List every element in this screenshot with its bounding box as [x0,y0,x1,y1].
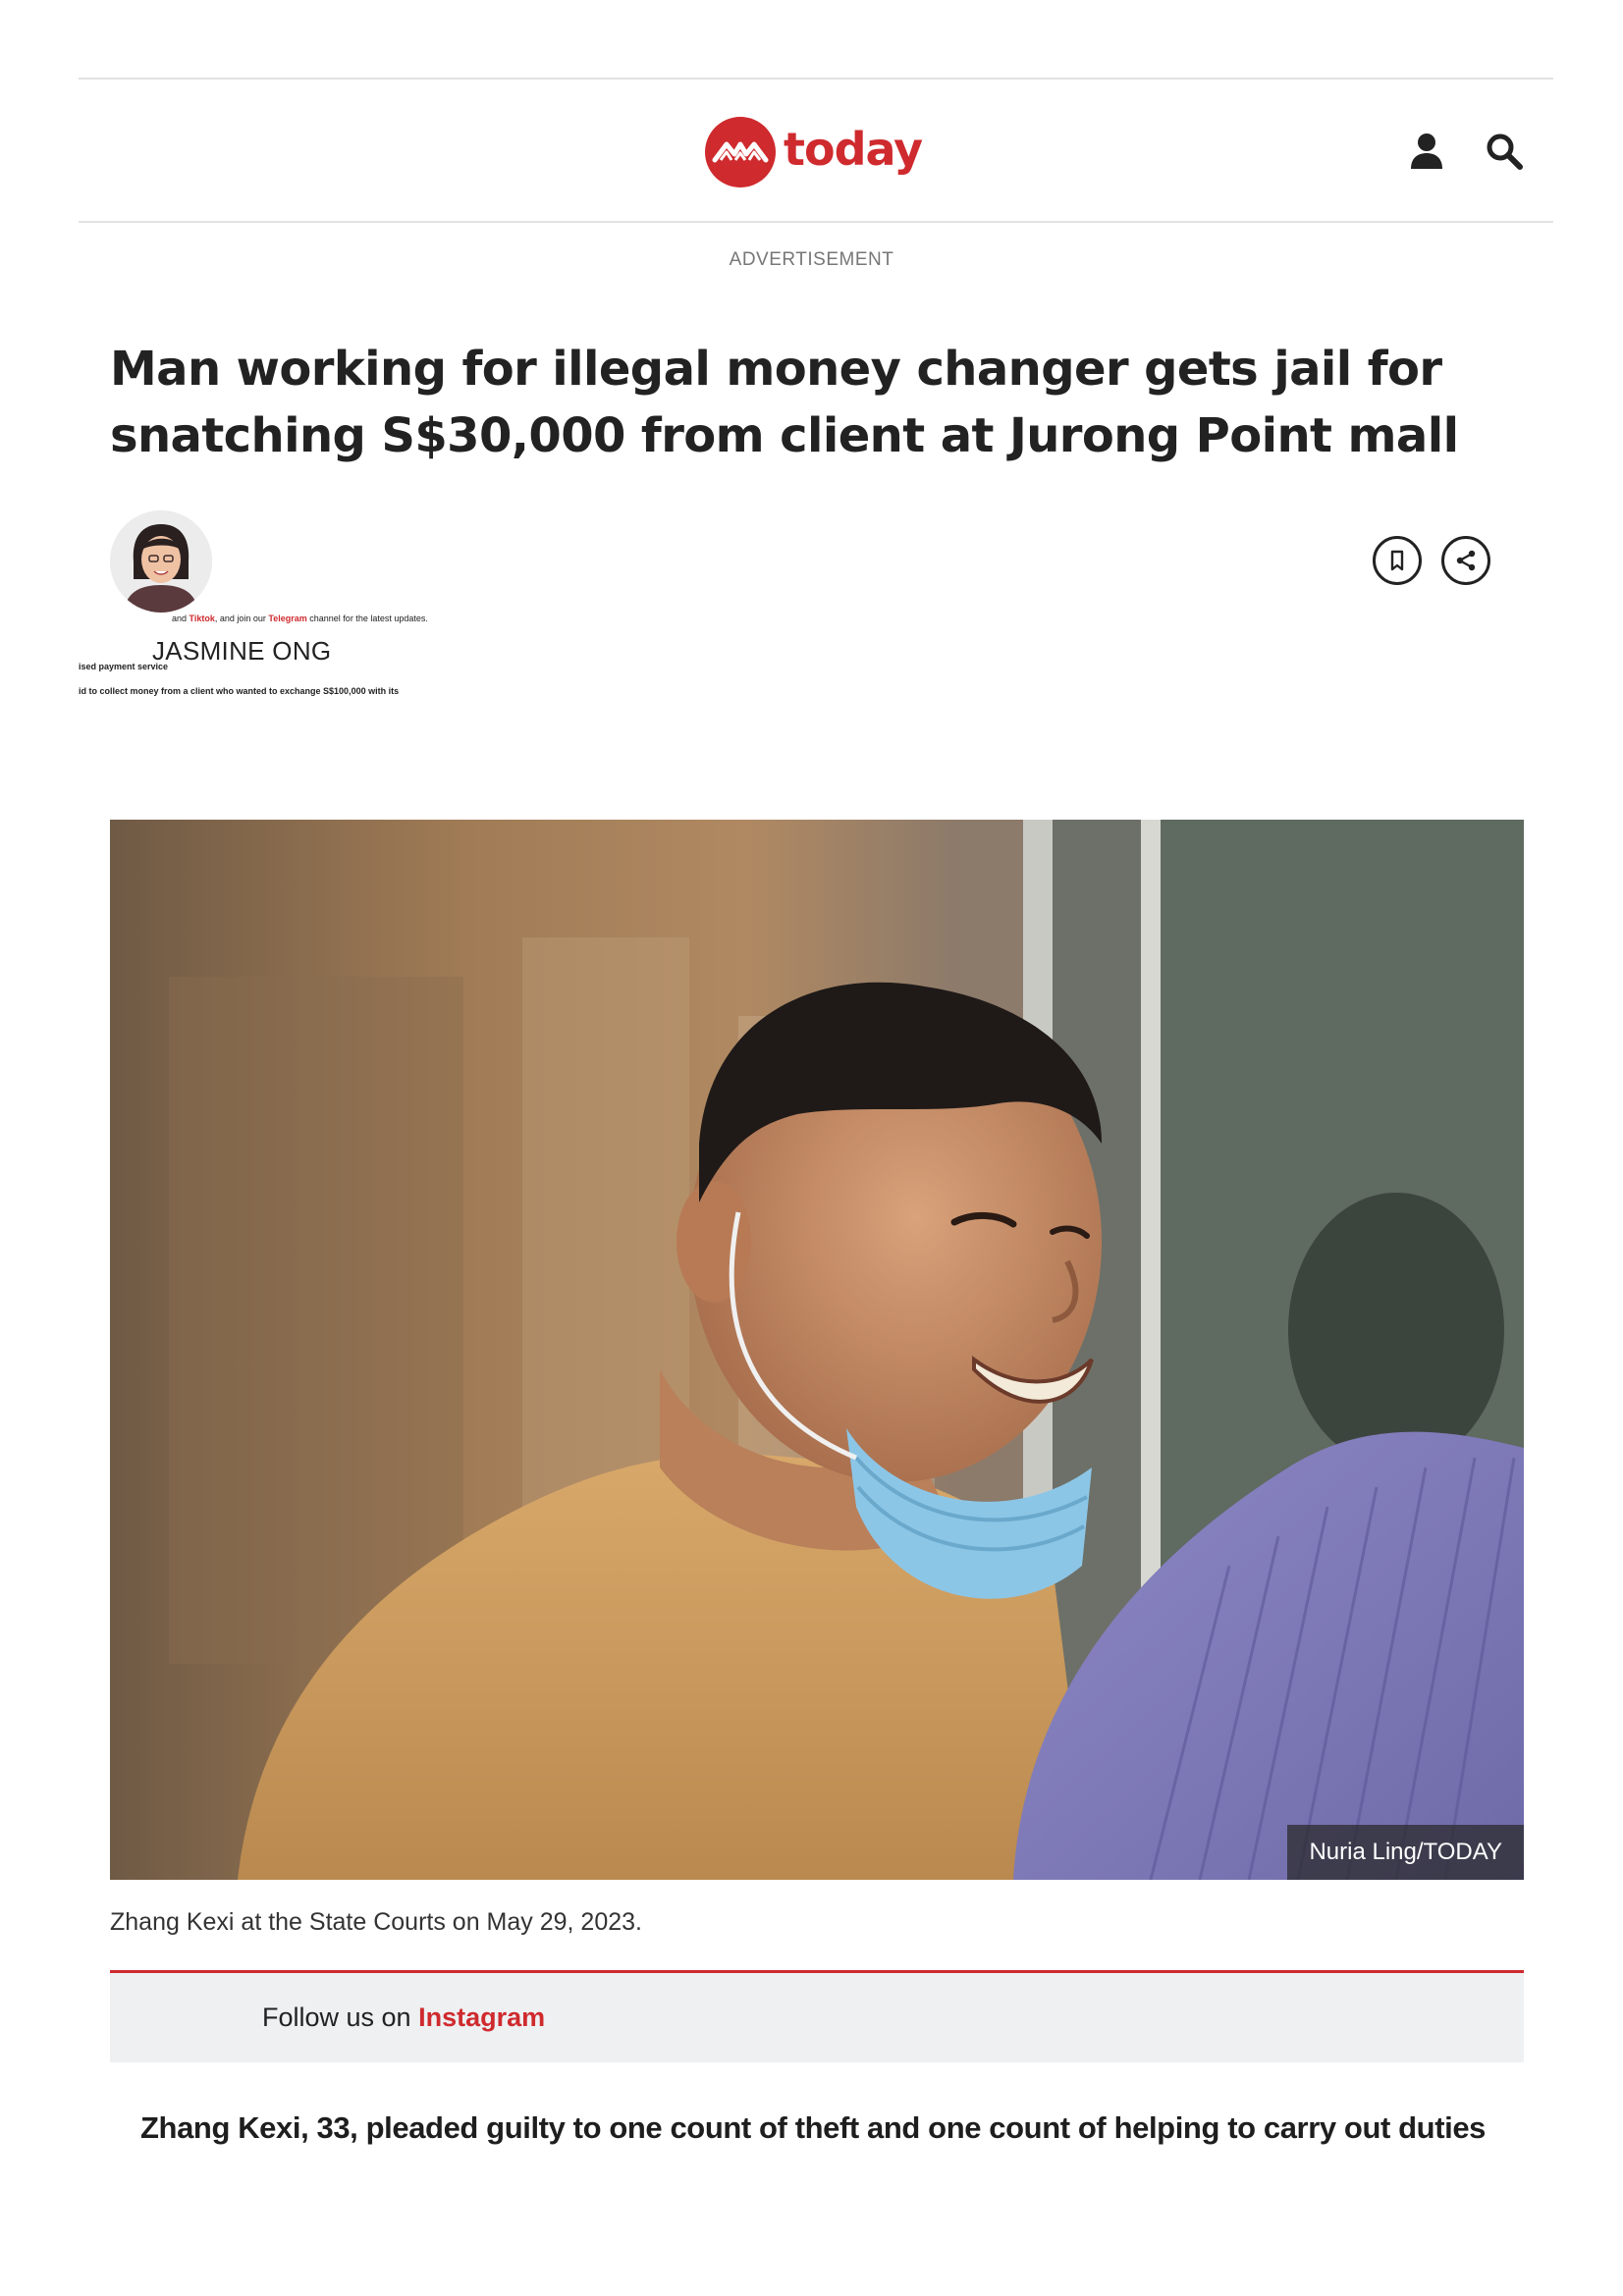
site-logo[interactable]: today [705,116,923,188]
photo-illustration [110,820,1524,1880]
bookmark-icon [1390,550,1404,571]
bookmark-button[interactable] [1373,536,1422,585]
search-icon[interactable] [1483,130,1526,173]
social-follow-snippet: and Tiktok, and join our Telegram channe… [172,614,428,623]
article-hero-image[interactable]: Nuria Ling/TODAY [110,820,1524,1880]
follow-text: Follow us on Instagram [262,2002,546,2032]
author-name[interactable]: JASMINE ONG [152,636,331,667]
advertisement-label: ADVERTISEMENT [729,249,894,270]
follow-banner: Follow us on Instagram [110,1970,1524,2062]
logo-wordmark: today [784,123,923,176]
header-top-divider [79,78,1553,80]
instagram-link[interactable]: Instagram [418,2002,545,2032]
author-portrait-icon [110,510,212,613]
share-icon [1456,550,1476,571]
today-logo-icon [705,117,776,187]
author-avatar[interactable] [110,510,212,613]
photo-credit: Nuria Ling/TODAY [1287,1825,1524,1880]
image-caption: Zhang Kexi at the State Courts on May 29… [110,1908,642,1936]
tiktok-link[interactable]: Tiktok [189,614,215,623]
telegram-link[interactable]: Telegram [268,614,306,623]
user-icon[interactable] [1405,130,1448,173]
summary-snippet: ised payment service [79,662,169,671]
header-bottom-divider [79,221,1553,223]
summary-snippet: id to collect money from a client who wa… [79,686,400,696]
article-headline: Man working for illegal money changer ge… [110,342,1459,463]
article-lede: Zhang Kexi, 33, pleaded guilty to one co… [140,2110,1487,2145]
share-button[interactable] [1441,536,1490,585]
